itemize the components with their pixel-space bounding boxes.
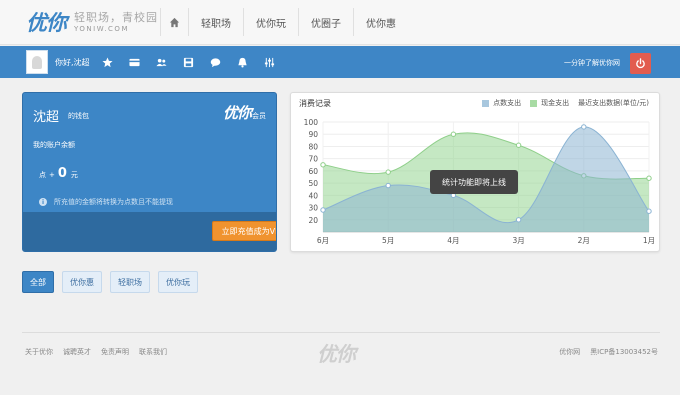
y-tick-label: 50 bbox=[308, 179, 318, 188]
footer-link-about[interactable]: 关于优你 bbox=[25, 347, 53, 357]
filter-tabs: 全部 优你惠 轻职场 优你玩 bbox=[22, 271, 206, 293]
greeting-text[interactable]: 你好,沈超 bbox=[55, 57, 90, 68]
balance-amount: 点 + 0 元 bbox=[39, 166, 78, 181]
quick-icons bbox=[100, 55, 289, 69]
vip-recharge-button[interactable]: 立即充值成为VIP bbox=[212, 221, 276, 241]
users-icon[interactable] bbox=[154, 55, 168, 69]
save-icon[interactable] bbox=[181, 55, 195, 69]
filter-deals[interactable]: 优你惠 bbox=[62, 271, 102, 293]
footer-link-disclaimer[interactable]: 免责声明 bbox=[101, 347, 129, 357]
data-point bbox=[515, 217, 522, 223]
y-tick-label: 30 bbox=[308, 204, 318, 213]
wallet-card: 沈超 的钱包 优你 会员 我的账户余额 点 + 0 元 i 所充值的金额将转换为… bbox=[22, 92, 277, 252]
logo-slogan: 轻职场，青校园 bbox=[74, 10, 158, 24]
home-icon bbox=[169, 17, 180, 27]
y-tick-label: 40 bbox=[308, 191, 318, 200]
footer-divider bbox=[22, 332, 660, 333]
footer-site-name: 优你网 bbox=[559, 348, 581, 356]
bell-icon[interactable] bbox=[235, 55, 249, 69]
data-point bbox=[320, 207, 326, 213]
filter-career[interactable]: 轻职场 bbox=[110, 271, 150, 293]
x-tick-label: 6月 bbox=[317, 236, 329, 245]
x-tick-label: 5月 bbox=[382, 236, 394, 245]
data-point bbox=[450, 131, 457, 137]
info-icon: i bbox=[39, 198, 47, 206]
footer-link-contact[interactable]: 联系我们 bbox=[139, 347, 167, 357]
nav-home[interactable] bbox=[160, 8, 188, 36]
x-tick-label: 4月 bbox=[447, 236, 459, 245]
power-icon bbox=[636, 58, 645, 69]
logo-domain: YONIW.COM bbox=[74, 24, 129, 33]
y-tick-label: 60 bbox=[308, 167, 318, 176]
balance-note: i 所充值的金额将转换为点数且不能提现 bbox=[39, 197, 173, 207]
nav-item-career[interactable]: 轻职场 bbox=[188, 8, 243, 36]
data-point bbox=[320, 162, 326, 168]
member-logo: 优你 会员 bbox=[222, 104, 266, 122]
footer-info: 优你网 黑ICP备13003452号 bbox=[549, 347, 658, 357]
data-point bbox=[646, 175, 652, 181]
filter-play[interactable]: 优你玩 bbox=[158, 271, 198, 293]
data-point bbox=[646, 208, 652, 214]
data-point bbox=[581, 124, 587, 130]
avatar[interactable] bbox=[26, 50, 48, 74]
nav-item-play[interactable]: 优你玩 bbox=[243, 8, 298, 36]
x-tick-label: 2月 bbox=[578, 236, 590, 245]
main-nav: 轻职场 优你玩 优圈子 优你惠 bbox=[160, 8, 408, 36]
balance-value: 0 bbox=[57, 166, 67, 181]
nav-item-circle[interactable]: 优圈子 bbox=[298, 8, 353, 36]
star-icon[interactable] bbox=[100, 55, 114, 69]
data-point bbox=[385, 182, 391, 189]
about-link[interactable]: 一分钟了解优你网 bbox=[564, 58, 620, 68]
filter-all[interactable]: 全部 bbox=[22, 271, 54, 293]
y-tick-label: 20 bbox=[308, 216, 318, 225]
footer-logo: 优你 bbox=[317, 342, 356, 366]
footer-icp: 黑ICP备13003452号 bbox=[590, 348, 658, 356]
card-icon[interactable] bbox=[127, 55, 141, 69]
nav-item-deals[interactable]: 优你惠 bbox=[353, 8, 408, 36]
footer-link-jobs[interactable]: 诚聘英才 bbox=[63, 347, 91, 357]
logout-button[interactable] bbox=[630, 53, 651, 74]
x-tick-label: 1月 bbox=[643, 236, 655, 245]
site-logo[interactable]: 优你 轻职场，青校园 YONIW.COM bbox=[26, 9, 158, 35]
y-tick-label: 90 bbox=[308, 130, 318, 139]
data-point bbox=[385, 169, 391, 175]
logo-mark: 优你 bbox=[26, 10, 67, 35]
wallet-owner-name: 沈超 bbox=[33, 110, 60, 125]
top-navigation: 优你 轻职场，青校园 YONIW.COM 轻职场 优你玩 优圈子 优你惠 bbox=[0, 0, 680, 45]
chart-tooltip: 统计功能即将上线 bbox=[430, 170, 518, 194]
comment-icon[interactable] bbox=[208, 55, 222, 69]
x-tick-label: 3月 bbox=[512, 236, 524, 245]
y-tick-label: 70 bbox=[308, 155, 318, 164]
user-bar: 你好,沈超 一分钟了解优你网 bbox=[0, 46, 680, 78]
balance-label: 我的账户余额 bbox=[33, 141, 75, 149]
footer-links: 关于优你 诚聘英才 免责声明 联系我们 bbox=[25, 347, 177, 357]
settings-sliders-icon[interactable] bbox=[262, 55, 276, 69]
y-tick-label: 100 bbox=[304, 118, 319, 127]
wallet-subtitle: 的钱包 bbox=[68, 112, 89, 120]
data-point bbox=[515, 142, 522, 148]
y-tick-label: 80 bbox=[308, 142, 318, 151]
